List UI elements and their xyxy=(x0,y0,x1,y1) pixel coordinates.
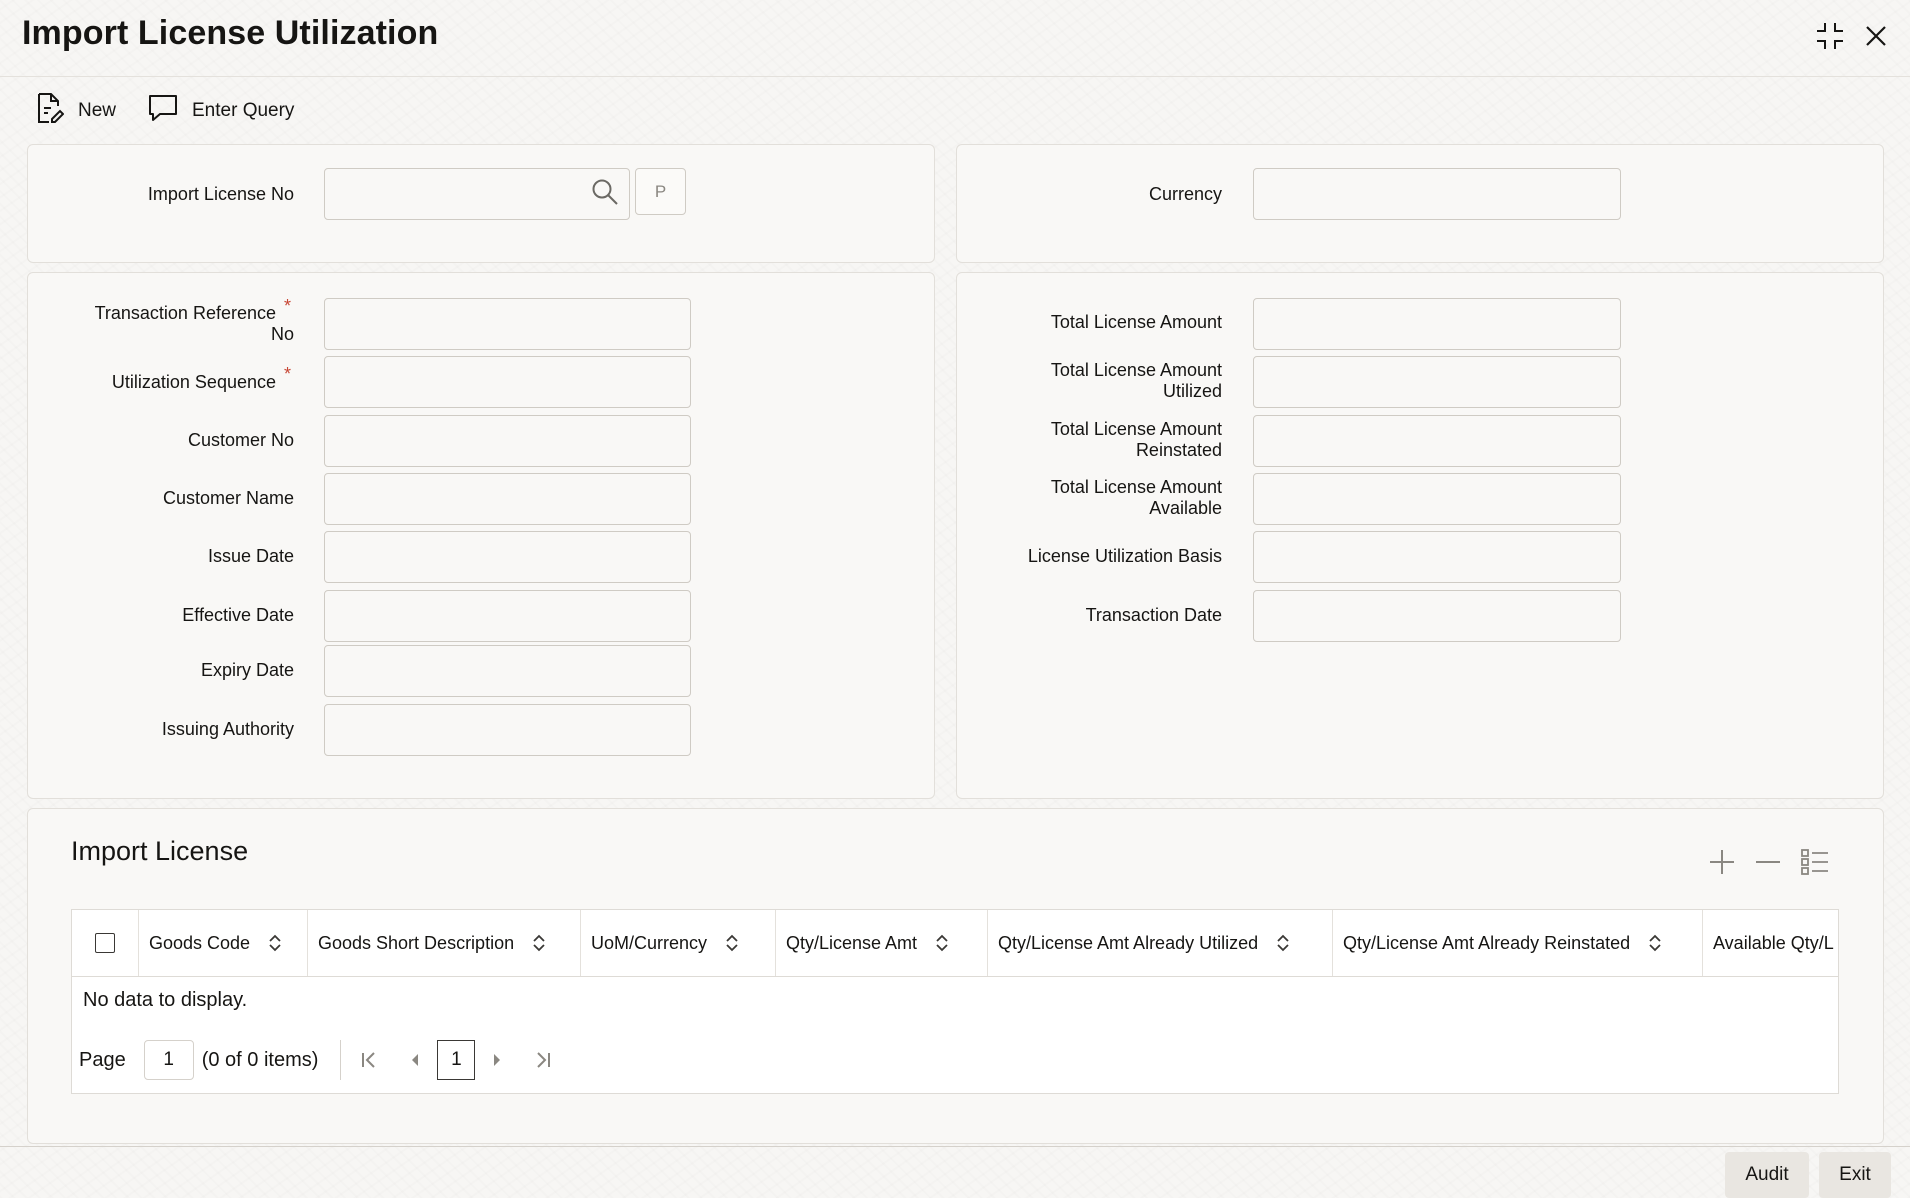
enter-query-button[interactable]: Enter Query xyxy=(148,94,294,128)
search-icon[interactable] xyxy=(591,178,619,211)
total-license-amount-reinstated-field[interactable] xyxy=(1253,415,1621,467)
first-page-icon[interactable] xyxy=(351,1040,387,1080)
sort-icon[interactable] xyxy=(1276,933,1290,953)
effective-date-label: Effective Date xyxy=(182,605,294,625)
total-license-amount-utilized-label: Total License Amount Utilized xyxy=(1050,360,1222,401)
import-license-no-field[interactable] xyxy=(324,168,630,220)
column-label: Qty/License Amt Already Utilized xyxy=(998,932,1259,953)
license-utilization-basis-field[interactable] xyxy=(1253,531,1621,583)
total-license-amount-available-field[interactable] xyxy=(1253,473,1621,525)
enter-query-icon xyxy=(148,94,178,128)
column-label: Qty/License Amt Already Reinstated xyxy=(1343,932,1631,953)
customer-no-field[interactable] xyxy=(324,415,691,467)
single-record-view-icon[interactable] xyxy=(1795,842,1835,882)
pager: Page 1 (0 of 0 items) 1 xyxy=(79,1040,561,1080)
sort-icon[interactable] xyxy=(725,933,739,953)
grid-header-row: Goods Code Goods Short Description UoM/C… xyxy=(72,910,1838,977)
page-input[interactable]: 1 xyxy=(143,1040,194,1080)
transaction-reference-label-line2: No xyxy=(270,324,294,344)
new-label: New xyxy=(78,100,117,121)
column-header-qty-license-amt-already-utilized[interactable]: Qty/License Amt Already Utilized xyxy=(988,910,1333,976)
utilization-sequence-field[interactable] xyxy=(324,356,691,408)
sort-icon[interactable] xyxy=(268,933,282,953)
add-row-icon[interactable] xyxy=(1702,842,1742,882)
column-label: Available Qty/L xyxy=(1713,932,1834,953)
new-document-icon xyxy=(36,92,65,130)
empty-message: No data to display. xyxy=(83,989,248,1011)
currency-field[interactable] xyxy=(1253,168,1621,220)
sort-icon[interactable] xyxy=(935,933,949,953)
transaction-date-label: Transaction Date xyxy=(1085,605,1222,625)
exit-button[interactable]: Exit xyxy=(1819,1152,1891,1198)
total-license-amount-available-label: Total License Amount Available xyxy=(1050,477,1222,518)
customer-name-label: Customer Name xyxy=(162,488,294,508)
total-license-amount-reinstated-label: Total License Amount Reinstated xyxy=(1050,419,1222,460)
utilization-sequence-label: Utilization Sequence xyxy=(111,372,276,392)
header-divider xyxy=(0,76,1910,77)
page-label: Page xyxy=(79,1048,126,1071)
sort-icon[interactable] xyxy=(1648,933,1662,953)
column-header-uom-currency[interactable]: UoM/Currency xyxy=(581,910,776,976)
enter-query-label: Enter Query xyxy=(192,100,295,121)
import-license-no-label: Import License No xyxy=(147,184,294,204)
transaction-reference-label: Transaction Reference xyxy=(94,303,276,323)
column-label: Goods Code xyxy=(149,932,251,953)
issuing-authority-label: Issuing Authority xyxy=(161,719,294,739)
current-page-button[interactable]: 1 xyxy=(437,1040,476,1080)
audit-button[interactable]: Audit xyxy=(1725,1152,1809,1198)
page-title: Import License Utilization xyxy=(22,14,439,52)
required-marker: * xyxy=(284,364,292,384)
last-page-icon[interactable] xyxy=(525,1040,561,1080)
column-label: Goods Short Description xyxy=(318,932,515,953)
column-header-qty-license-amt[interactable]: Qty/License Amt xyxy=(776,910,988,976)
new-button[interactable]: New xyxy=(36,92,116,130)
column-label: Qty/License Amt xyxy=(786,932,918,953)
p-button[interactable]: P xyxy=(635,168,686,215)
transaction-reference-field[interactable] xyxy=(324,298,691,350)
import-license-title: Import License xyxy=(71,836,249,866)
currency-label: Currency xyxy=(1148,184,1222,204)
issuing-authority-field[interactable] xyxy=(324,704,691,756)
column-label: UoM/Currency xyxy=(591,932,708,953)
column-header-qty-license-amt-already-reinstated[interactable]: Qty/License Amt Already Reinstated xyxy=(1333,910,1703,976)
customer-no-label: Customer No xyxy=(187,430,294,450)
pager-divider xyxy=(340,1040,342,1080)
items-summary: (0 of 0 items) xyxy=(201,1048,319,1071)
total-license-amount-label: Total License Amount xyxy=(1050,312,1222,332)
next-page-icon[interactable] xyxy=(479,1040,515,1080)
collapse-icon[interactable] xyxy=(1812,18,1848,54)
previous-page-icon[interactable] xyxy=(397,1040,433,1080)
footer-divider xyxy=(0,1146,1910,1147)
import-license-grid: Goods Code Goods Short Description UoM/C… xyxy=(71,909,1839,1094)
select-all-header xyxy=(72,910,139,976)
column-header-goods-code[interactable]: Goods Code xyxy=(139,910,308,976)
required-marker: * xyxy=(284,296,292,316)
sort-icon[interactable] xyxy=(532,933,546,953)
transaction-date-field[interactable] xyxy=(1253,590,1621,642)
close-icon[interactable] xyxy=(1858,18,1894,54)
issue-date-label: Issue Date xyxy=(207,546,294,566)
select-all-checkbox[interactable] xyxy=(95,933,115,953)
column-header-goods-short-description[interactable]: Goods Short Description xyxy=(308,910,581,976)
total-license-amount-field[interactable] xyxy=(1253,298,1621,350)
expiry-date-label: Expiry Date xyxy=(200,660,294,680)
total-license-amount-utilized-field[interactable] xyxy=(1253,356,1621,408)
license-utilization-basis-label: License Utilization Basis xyxy=(1027,546,1222,566)
delete-row-icon[interactable] xyxy=(1748,842,1788,882)
column-header-available-qty[interactable]: Available Qty/L xyxy=(1703,910,1838,976)
expiry-date-field[interactable] xyxy=(324,645,691,697)
customer-name-field[interactable] xyxy=(324,473,691,525)
issue-date-field[interactable] xyxy=(324,531,691,583)
effective-date-field[interactable] xyxy=(324,590,691,642)
